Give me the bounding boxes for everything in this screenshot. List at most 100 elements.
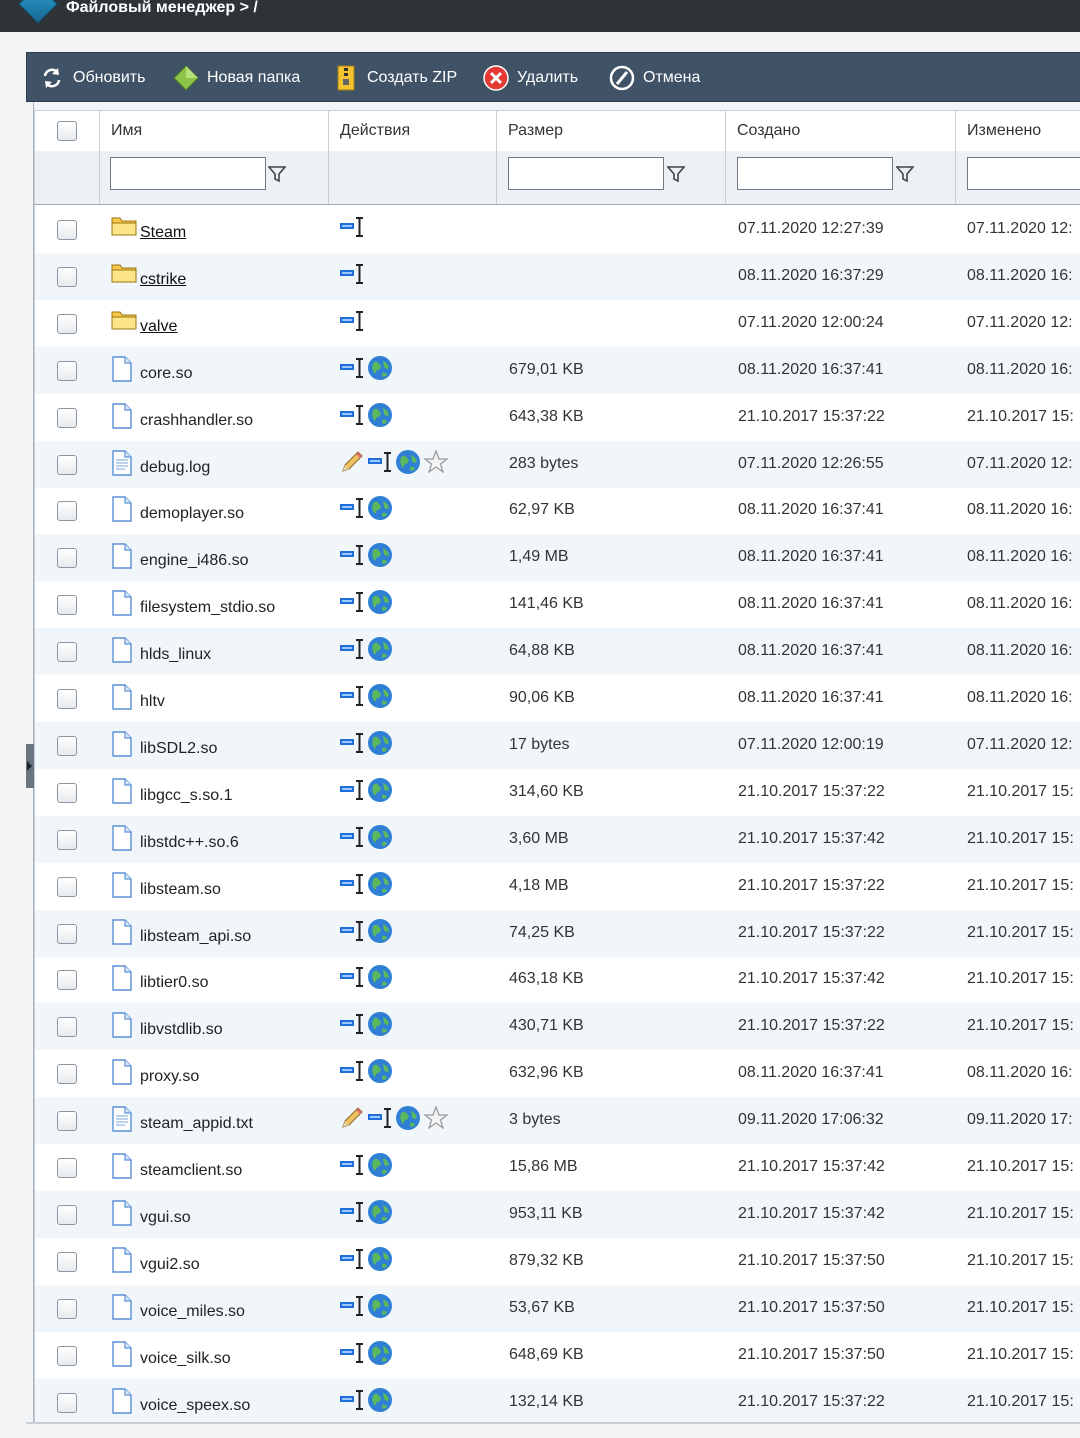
rename-icon[interactable] bbox=[339, 1246, 367, 1272]
table-row[interactable]: filesystem_stdio.so 141,46 KB 08.11.2020 1… bbox=[35, 581, 1080, 628]
edit-icon[interactable] bbox=[339, 1105, 367, 1131]
web-icon[interactable] bbox=[367, 495, 395, 521]
select-all-checkbox[interactable] bbox=[57, 121, 77, 141]
cancel-button[interactable]: Отмена bbox=[609, 53, 700, 103]
web-icon[interactable] bbox=[367, 683, 395, 709]
star-icon[interactable] bbox=[423, 448, 451, 475]
column-size[interactable]: Размер bbox=[497, 111, 726, 151]
rename-icon[interactable] bbox=[339, 636, 367, 662]
row-checkbox[interactable] bbox=[57, 595, 77, 616]
size-filter-input[interactable] bbox=[508, 157, 664, 190]
table-row[interactable]: proxy.so 632,96 KB 08.11.2020 16:37:41 08.1… bbox=[35, 1050, 1080, 1097]
filter-icon[interactable] bbox=[267, 165, 287, 183]
row-checkbox[interactable] bbox=[57, 501, 77, 522]
table-row[interactable]: libgcc_s.so.1 314,60 KB 21.10.2017 15:37:2… bbox=[35, 769, 1080, 816]
row-checkbox[interactable] bbox=[57, 1111, 77, 1132]
modified-filter-input[interactable] bbox=[967, 157, 1080, 190]
row-checkbox[interactable] bbox=[57, 829, 77, 850]
rename-icon[interactable] bbox=[339, 261, 367, 287]
column-created[interactable]: Создано bbox=[726, 111, 956, 151]
row-checkbox[interactable] bbox=[57, 735, 77, 756]
table-row[interactable]: demoplayer.so 62,97 KB 08.11.2020 16:37:41… bbox=[35, 487, 1080, 534]
rename-icon[interactable] bbox=[339, 1293, 367, 1319]
web-icon[interactable] bbox=[367, 918, 395, 944]
column-actions[interactable]: Действия bbox=[329, 111, 497, 151]
rename-icon[interactable] bbox=[339, 964, 367, 990]
web-icon[interactable] bbox=[395, 449, 423, 475]
rename-icon[interactable] bbox=[339, 824, 367, 850]
rename-icon[interactable] bbox=[339, 1152, 367, 1178]
table-row[interactable]: vgui2.so 879,32 KB 21.10.2017 15:37:50 21.1… bbox=[35, 1238, 1080, 1285]
table-row[interactable]: core.so 679,01 KB 08.11.2020 16:37:41 08.11… bbox=[35, 346, 1080, 394]
rename-icon[interactable] bbox=[339, 495, 367, 521]
web-icon[interactable] bbox=[367, 730, 395, 756]
table-row[interactable]: hlds_linux 64,88 KB 08.11.2020 16:37:41 08.… bbox=[35, 628, 1080, 676]
table-row[interactable]: libsteam.so 4,18 MB 21.10.2017 15:37:22 21.… bbox=[35, 863, 1080, 910]
web-icon[interactable] bbox=[367, 1387, 395, 1413]
table-row[interactable]: crashhandler.so 643,38 KB 21.10.2017 15:37… bbox=[35, 394, 1080, 441]
delete-button[interactable]: Удалить bbox=[483, 53, 578, 103]
table-row[interactable]: libstdc++.so.6 3,60 MB 21.10.2017 15:37:42… bbox=[35, 815, 1080, 863]
filter-icon[interactable] bbox=[895, 165, 915, 183]
rename-icon[interactable] bbox=[367, 1105, 395, 1131]
row-checkbox[interactable] bbox=[57, 220, 77, 240]
rename-icon[interactable] bbox=[339, 355, 367, 381]
table-row[interactable]: libvstdlib.so 430,71 KB 21.10.2017 15:37:2… bbox=[35, 1003, 1080, 1051]
row-checkbox[interactable] bbox=[57, 407, 77, 428]
column-name[interactable]: Имя bbox=[100, 111, 329, 151]
rename-icon[interactable] bbox=[367, 449, 395, 475]
web-icon[interactable] bbox=[367, 824, 395, 850]
file-name[interactable]: valve bbox=[140, 318, 177, 336]
file-name[interactable]: cstrike bbox=[140, 271, 186, 289]
web-icon[interactable] bbox=[367, 1058, 395, 1084]
new-folder-button[interactable]: Новая папка bbox=[173, 53, 300, 103]
web-icon[interactable] bbox=[367, 636, 395, 662]
web-icon[interactable] bbox=[367, 1152, 395, 1178]
rename-icon[interactable] bbox=[339, 402, 367, 428]
table-row[interactable]: voice_speex.so 132,14 KB 21.10.2017 15:37:… bbox=[35, 1378, 1080, 1422]
refresh-button[interactable]: Обновить bbox=[39, 53, 145, 103]
table-row[interactable]: cstrike 08.11.2020 16:37:29 08.11.2020 16: bbox=[35, 252, 1080, 300]
web-icon[interactable] bbox=[367, 1199, 395, 1225]
create-zip-button[interactable]: Создать ZIP bbox=[333, 53, 457, 103]
collapse-handle-icon[interactable] bbox=[26, 744, 34, 788]
web-icon[interactable] bbox=[367, 1246, 395, 1272]
rename-icon[interactable] bbox=[339, 1011, 367, 1037]
rename-icon[interactable] bbox=[339, 777, 367, 803]
table-row[interactable]: voice_silk.so 648,69 KB 21.10.2017 15:37:5… bbox=[35, 1332, 1080, 1379]
rename-icon[interactable] bbox=[339, 871, 367, 897]
row-checkbox[interactable] bbox=[57, 454, 77, 475]
rename-icon[interactable] bbox=[339, 683, 367, 709]
table-row[interactable]: steam_appid.txt 3 bytes 09.11.2020 17:06:3… bbox=[35, 1097, 1080, 1145]
rename-icon[interactable] bbox=[339, 1387, 367, 1413]
web-icon[interactable] bbox=[367, 1340, 395, 1366]
rename-icon[interactable] bbox=[339, 589, 367, 615]
row-checkbox[interactable] bbox=[57, 642, 77, 663]
web-icon[interactable] bbox=[367, 1011, 395, 1037]
table-row[interactable]: voice_miles.so 53,67 KB 21.10.2017 15:37:5… bbox=[35, 1284, 1080, 1332]
row-checkbox[interactable] bbox=[57, 313, 77, 334]
web-icon[interactable] bbox=[367, 589, 395, 615]
row-checkbox[interactable] bbox=[57, 1251, 77, 1272]
rename-icon[interactable] bbox=[339, 1199, 367, 1225]
table-row[interactable]: libSDL2.so 17 bytes 07.11.2020 12:00:19 07.… bbox=[35, 721, 1080, 769]
table-row[interactable]: vgui.so 953,11 KB 21.10.2017 15:37:42 21.10… bbox=[35, 1190, 1080, 1238]
row-checkbox[interactable] bbox=[57, 970, 77, 991]
table-row[interactable]: steamclient.so 15,86 MB 21.10.2017 15:37:4… bbox=[35, 1144, 1080, 1191]
edit-icon[interactable] bbox=[339, 449, 367, 475]
rename-icon[interactable] bbox=[339, 214, 367, 240]
web-icon[interactable] bbox=[367, 871, 395, 897]
row-checkbox[interactable] bbox=[57, 876, 77, 897]
web-icon[interactable] bbox=[395, 1105, 423, 1131]
name-filter-input[interactable] bbox=[110, 157, 266, 190]
row-checkbox[interactable] bbox=[57, 1392, 77, 1413]
rename-icon[interactable] bbox=[339, 542, 367, 568]
row-checkbox[interactable] bbox=[57, 266, 77, 287]
row-checkbox[interactable] bbox=[57, 1158, 77, 1178]
row-checkbox[interactable] bbox=[57, 923, 77, 944]
row-checkbox[interactable] bbox=[57, 1204, 77, 1225]
table-row[interactable]: libsteam_api.so 74,25 KB 21.10.2017 15:37:… bbox=[35, 909, 1080, 957]
web-icon[interactable] bbox=[367, 402, 395, 428]
row-checkbox[interactable] bbox=[57, 782, 77, 803]
table-row[interactable]: valve 07.11.2020 12:00:24 07.11.2020 12: bbox=[35, 300, 1080, 347]
